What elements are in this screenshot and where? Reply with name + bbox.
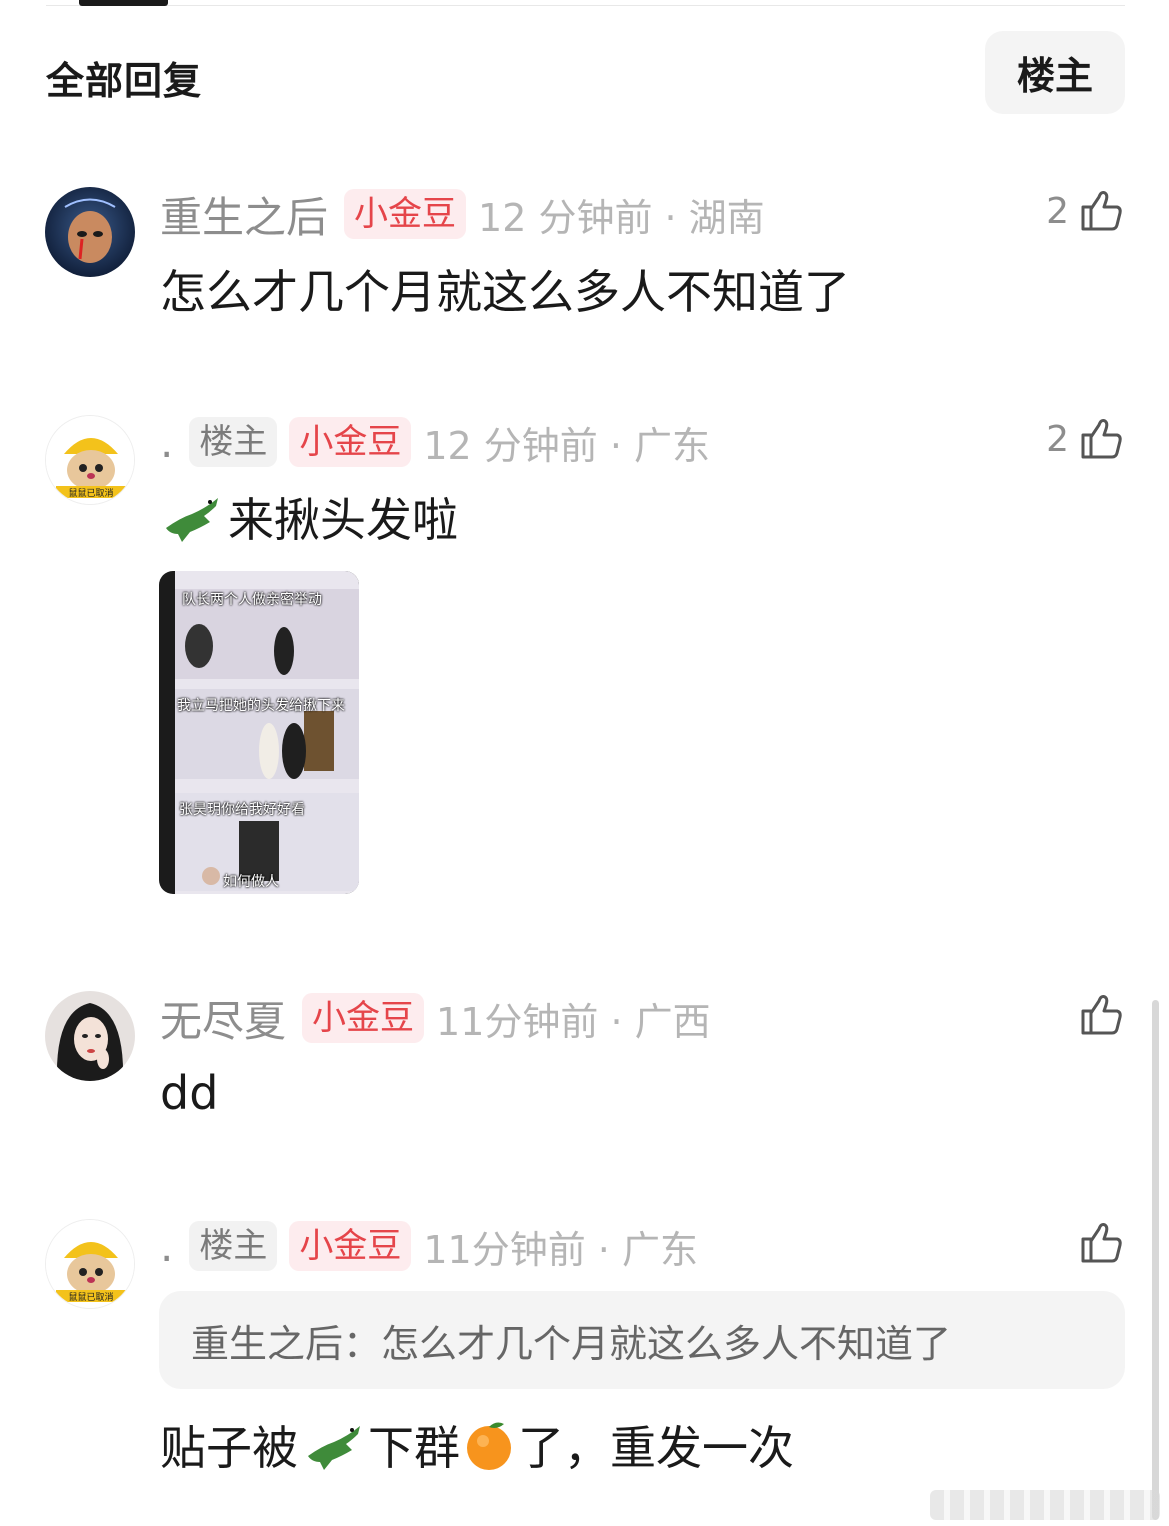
crocodile-emoji-icon [166, 498, 218, 542]
avatar[interactable]: 鼠鼠已取消 [45, 1219, 135, 1309]
comment-image[interactable]: 队长两个人做亲密举动 我立马把她的头发给揪下来 张昊玥你给我好好看 如何做人 [159, 571, 359, 894]
username[interactable]: . [160, 418, 173, 467]
gold-bean-badge: 小金豆 [289, 417, 412, 467]
avatar[interactable] [45, 187, 135, 277]
thumbs-up-icon [1081, 1223, 1122, 1263]
avatar[interactable]: 鼠鼠已取消 [45, 415, 135, 505]
op-badge: 楼主 [189, 417, 278, 467]
tab-indicator [79, 0, 168, 6]
like-button[interactable]: 2 [1046, 187, 1125, 235]
like-button[interactable] [1077, 991, 1125, 1039]
svg-text:鼠鼠已取消: 鼠鼠已取消 [68, 487, 113, 499]
username[interactable]: . [160, 1222, 173, 1271]
like-count: 2 [1046, 418, 1069, 460]
section-title: 全部回复 [46, 59, 203, 103]
image-caption: 如何做人 [223, 874, 279, 890]
time-location: 12 分钟前 · 湖南 [478, 195, 765, 240]
comment-meta: . 楼主 小金豆 11分钟前 · 广东 [160, 1216, 698, 1276]
gold-bean-badge: 小金豆 [302, 993, 425, 1043]
image-caption: 我立马把她的头发给揪下来 [177, 698, 345, 714]
time-location: 11分钟前 · 广东 [423, 1227, 698, 1272]
like-button[interactable] [1077, 1219, 1125, 1267]
op-only-filter-button[interactable]: 楼主 [985, 31, 1125, 114]
tangerine-emoji-icon [467, 1422, 511, 1470]
op-badge: 楼主 [189, 1221, 278, 1271]
like-count: 2 [1046, 190, 1069, 232]
like-button[interactable]: 2 [1046, 415, 1125, 463]
gold-bean-badge: 小金豆 [289, 1221, 412, 1271]
comment-text-label: 来揪头发啦 [228, 493, 458, 547]
comment-text-part: 了，重发一次 [518, 1421, 794, 1475]
username[interactable]: 重生之后 [160, 184, 328, 245]
thumbs-up-icon [1081, 419, 1122, 459]
comment-text: 贴子被 下群 了，重发一次 [160, 1414, 794, 1476]
quoted-reply[interactable]: 重生之后：怎么才几个月就这么多人不知道了 [159, 1291, 1125, 1389]
watermark [930, 1490, 1160, 1520]
username[interactable]: 无尽夏 [160, 988, 286, 1049]
thumbs-up-icon [1081, 191, 1122, 231]
time-location: 12 分钟前 · 广东 [423, 423, 711, 468]
svg-text:鼠鼠已取消: 鼠鼠已取消 [68, 1291, 113, 1303]
comment-text-part: 下群 [368, 1421, 460, 1475]
comment-text: dd [160, 1066, 219, 1120]
comment-meta: 无尽夏 小金豆 11分钟前 · 广西 [160, 988, 711, 1048]
comment-text: 来揪头发啦 [160, 486, 458, 548]
comment-text: 怎么才几个月就这么多人不知道了 [160, 265, 850, 319]
time-location: 11分钟前 · 广西 [436, 999, 711, 1044]
avatar[interactable] [45, 991, 135, 1081]
scrollbar[interactable] [1152, 1000, 1159, 1520]
image-caption: 队长两个人做亲密举动 [182, 592, 322, 608]
thumbs-up-icon [1081, 995, 1122, 1035]
image-caption: 张昊玥你给我好好看 [179, 802, 305, 818]
comment-meta: . 楼主 小金豆 12 分钟前 · 广东 [160, 412, 710, 472]
comment-text-part: 贴子被 [160, 1421, 298, 1475]
gold-bean-badge: 小金豆 [344, 189, 467, 239]
comment-meta: 重生之后 小金豆 12 分钟前 · 湖南 [160, 184, 765, 244]
crocodile-emoji-icon [308, 1426, 360, 1470]
top-divider [46, 5, 1125, 6]
